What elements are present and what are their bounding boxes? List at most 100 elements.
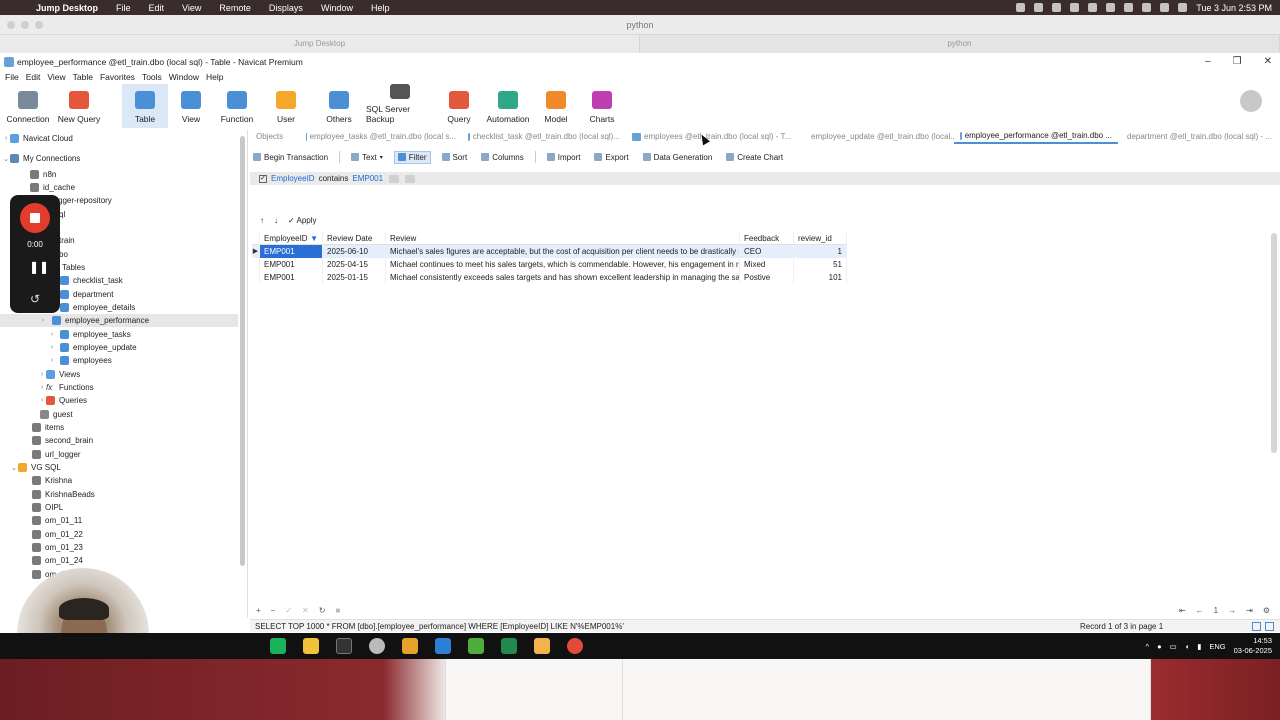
stop-icon[interactable]: ■ — [335, 606, 340, 615]
move-up-icon[interactable]: ↑ — [260, 216, 264, 225]
battery-icon[interactable]: ▮ — [1197, 642, 1201, 651]
tree-item-logger-repository[interactable]: gger-repository — [58, 194, 112, 207]
tree-item-url-logger[interactable]: url_logger — [32, 448, 81, 461]
begin-transaction-button[interactable]: Begin Transaction — [250, 152, 331, 163]
mac-menu-view[interactable]: View — [182, 3, 201, 13]
table-button[interactable]: Table — [122, 84, 168, 128]
restart-icon[interactable]: ↺ — [27, 291, 43, 307]
menu-edit[interactable]: Edit — [26, 70, 41, 84]
grid-cell[interactable]: Mixed — [740, 258, 794, 271]
tree-item-om-01-11[interactable]: om_01_11 — [32, 514, 82, 527]
menu-help[interactable]: Help — [206, 70, 223, 84]
grid-cell[interactable]: 101 — [794, 271, 847, 284]
tree-item-my-connections[interactable]: ⌄ My Connections — [2, 152, 80, 165]
columns-button[interactable]: Columns — [478, 152, 527, 163]
tab-employee-tasks[interactable]: employee_tasks @etl_train.dbo (local s..… — [300, 129, 462, 144]
create-chart-button[interactable]: Create Chart — [723, 152, 786, 163]
form-view-icon[interactable] — [1265, 622, 1274, 631]
filter-button[interactable]: Filter — [393, 150, 431, 164]
tab-employees[interactable]: employees @etl_train.dbo (local sql) - T… — [626, 129, 802, 144]
sql-server-backup-button[interactable]: SQL Server Backup — [366, 84, 434, 128]
grid-cell[interactable]: Michael consistently exceeds sales targe… — [386, 271, 740, 284]
mac-clock[interactable]: Tue 3 Jun 2:53 PM — [1196, 3, 1272, 13]
prev-page-icon[interactable]: ← — [1196, 606, 1204, 615]
chevron-right-icon[interactable]: › — [38, 397, 46, 404]
chevron-right-icon[interactable]: › — [48, 357, 56, 364]
grid-cell[interactable]: EMP001 — [260, 245, 323, 258]
mac-menu-displays[interactable]: Displays — [269, 3, 303, 13]
minimize-window-button[interactable] — [21, 21, 29, 29]
search-icon[interactable] — [1160, 3, 1170, 12]
tree-item-navicat-cloud[interactable]: › Navicat Cloud — [2, 132, 73, 145]
tree-item-dbo[interactable]: bo — [59, 248, 68, 261]
condition-options-icon[interactable] — [405, 174, 416, 183]
file-explorer-icon[interactable] — [303, 638, 319, 654]
tree-item-guest[interactable]: guest — [40, 408, 73, 421]
export-button[interactable]: Export — [591, 152, 631, 163]
apply-button[interactable]: ✓ Apply — [288, 216, 317, 225]
tab-department[interactable]: department @etl_train.dbo (local sql) - … — [1118, 129, 1276, 144]
user-button[interactable]: User — [260, 84, 312, 128]
taskbar-clock[interactable]: 14:53 03-06-2025 — [1234, 636, 1272, 656]
tree-item-employee-tasks[interactable]: › employee_tasks — [48, 328, 131, 341]
chevron-down-icon[interactable]: ⌄ — [2, 155, 10, 163]
grid-cell[interactable]: CEO — [740, 245, 794, 258]
zoom-window-button[interactable] — [35, 21, 43, 29]
chevron-right-icon[interactable]: › — [0, 317, 48, 324]
mac-tab-jump-desktop[interactable]: Jump Desktop — [0, 35, 640, 53]
mac-menu-remote[interactable]: Remote — [219, 3, 251, 13]
add-record-icon[interactable]: + — [256, 606, 261, 615]
grid-cell[interactable]: Postive — [740, 271, 794, 284]
chevron-down-icon[interactable]: ⌄ — [10, 464, 18, 472]
language-indicator[interactable]: ENG — [1209, 642, 1225, 651]
pause-icon[interactable]: ❚❚ — [29, 261, 49, 273]
status-icon[interactable] — [1106, 3, 1116, 12]
filter-value[interactable]: EMP001 — [352, 174, 383, 183]
first-page-icon[interactable]: ⇤ — [1179, 606, 1186, 615]
chevron-right-icon[interactable]: › — [38, 384, 46, 391]
automation-button[interactable]: Automation — [484, 84, 532, 128]
grid-cell[interactable]: 2025-04-15 — [323, 258, 386, 271]
mac-menu-edit[interactable]: Edit — [149, 3, 165, 13]
tree-item-employee-update[interactable]: › employee_update — [48, 341, 137, 354]
filter-operator[interactable]: contains — [319, 174, 349, 183]
tree-item-id-cache[interactable]: id_cache — [30, 181, 75, 194]
minimize-icon[interactable]: – — [1205, 53, 1211, 70]
chrome-icon[interactable] — [567, 638, 583, 654]
charts-button[interactable]: Charts — [580, 84, 624, 128]
filter-funnel-icon[interactable]: ▼ — [310, 232, 318, 244]
grid-cell[interactable]: EMP001 — [260, 271, 323, 284]
add-condition-icon[interactable] — [389, 174, 400, 183]
tree-item-om-01-23[interactable]: om_01_23 — [32, 541, 83, 554]
account-avatar-icon[interactable] — [1240, 90, 1262, 112]
last-page-icon[interactable]: ⇥ — [1246, 606, 1253, 615]
grid-cell[interactable]: 51 — [794, 258, 847, 271]
close-window-button[interactable] — [7, 21, 15, 29]
apply-changes-icon[interactable]: ✓ — [285, 606, 292, 615]
status-icon[interactable] — [1070, 3, 1080, 12]
data-generation-button[interactable]: Data Generation — [640, 152, 716, 163]
view-button[interactable]: View — [168, 84, 214, 128]
status-icon[interactable] — [1034, 3, 1044, 12]
column-header-employeeid[interactable]: EmployeeID ▼ — [260, 232, 323, 244]
mac-tab-python[interactable]: python — [640, 35, 1280, 53]
grid-cell[interactable]: Michael's sales figures are acceptable, … — [386, 245, 740, 258]
delete-record-icon[interactable]: − — [271, 606, 276, 615]
connection-button[interactable]: Connection — [0, 84, 56, 128]
tree-item-employee-performance[interactable]: › employee_performance — [0, 314, 238, 327]
tab-checklist-task[interactable]: checklist_task @etl_train.dbo (local sql… — [462, 129, 626, 144]
discard-changes-icon[interactable]: ✕ — [302, 606, 309, 615]
chevron-right-icon[interactable]: › — [38, 371, 46, 378]
status-icon[interactable] — [1016, 3, 1026, 12]
chevron-right-icon[interactable]: › — [2, 135, 10, 142]
grid-scrollbar[interactable] — [1271, 233, 1277, 453]
column-header-feedback[interactable]: Feedback — [740, 232, 794, 244]
tree-item-items[interactable]: items — [32, 421, 64, 434]
menu-tools[interactable]: Tools — [142, 70, 162, 84]
tree-item-queries[interactable]: › Queries — [38, 394, 87, 407]
function-button[interactable]: Function — [214, 84, 260, 128]
grid-cell[interactable]: 2025-01-15 — [323, 271, 386, 284]
import-button[interactable]: Import — [544, 152, 584, 163]
app-icon[interactable] — [369, 638, 385, 654]
others-button[interactable]: Others — [312, 84, 366, 128]
